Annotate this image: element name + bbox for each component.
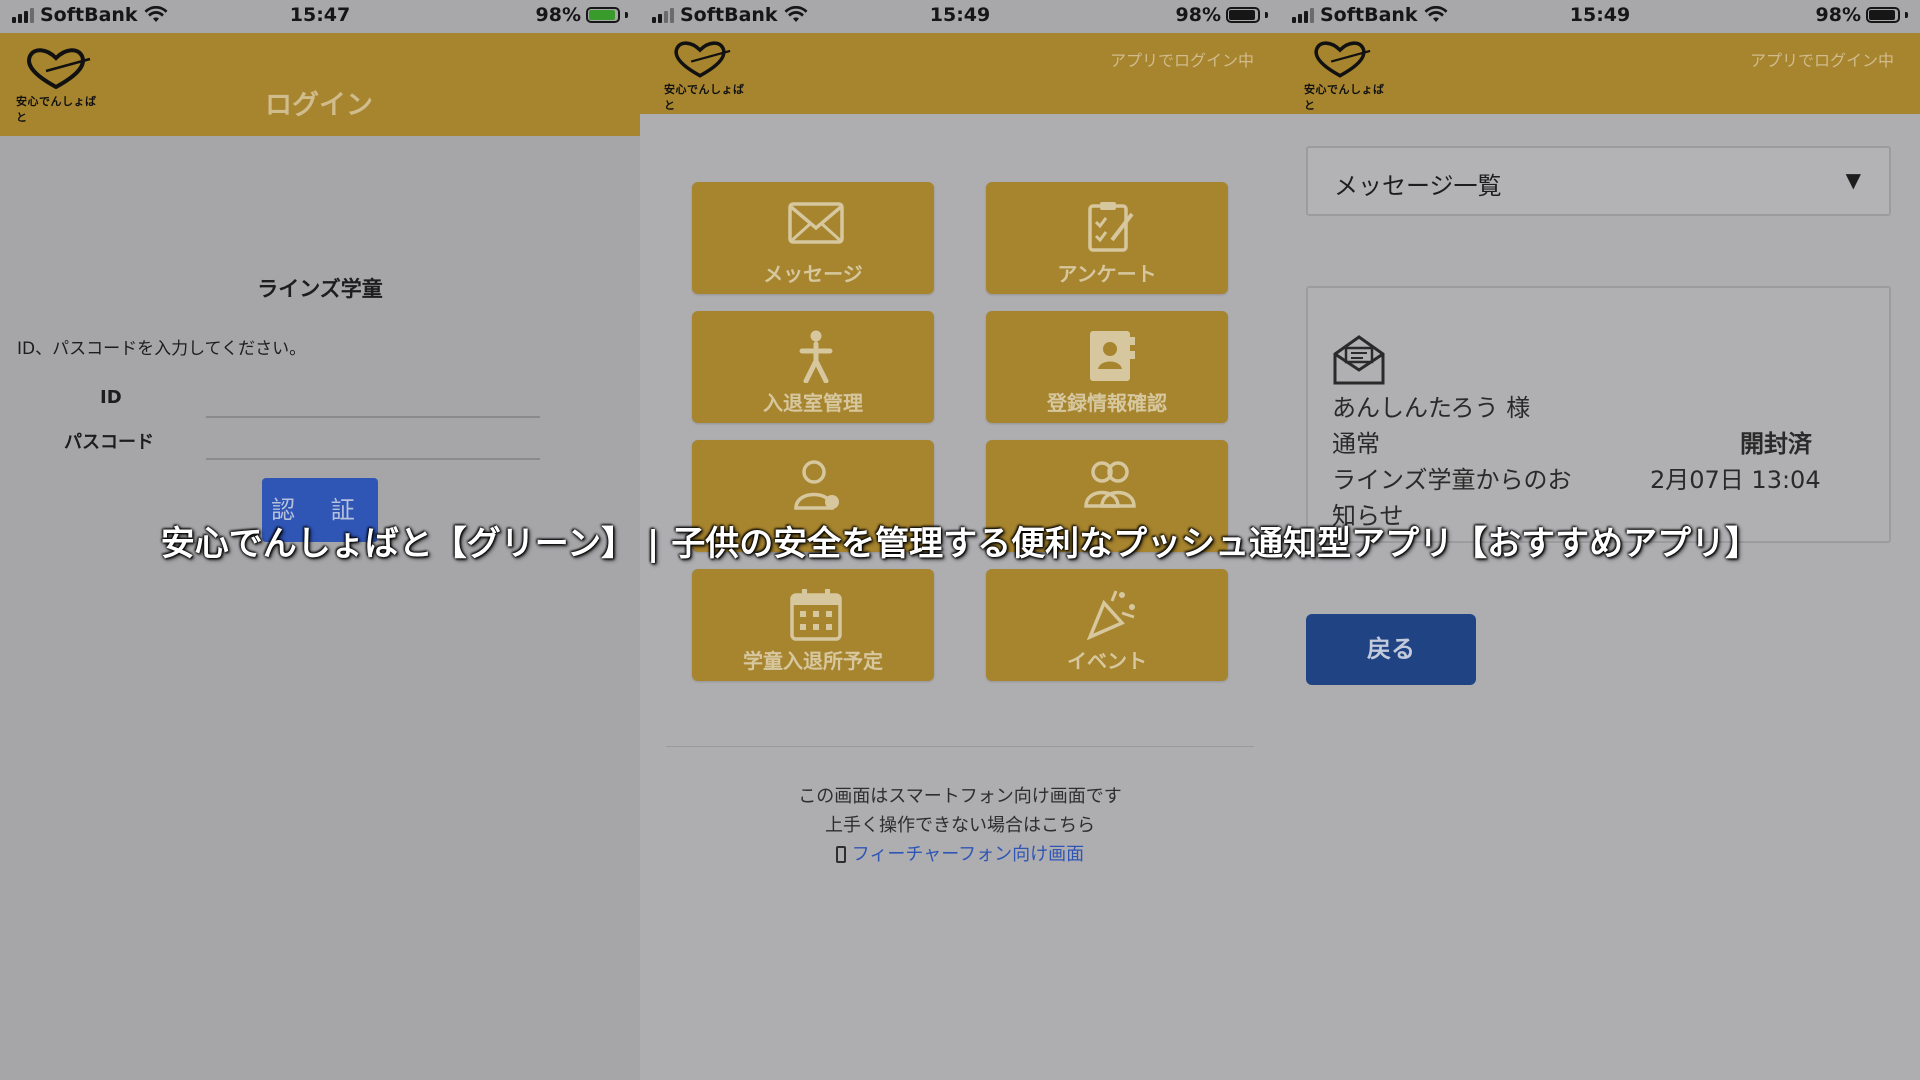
- tile-label: アンケート: [1057, 262, 1157, 286]
- dropdown-arrow-icon: ▼: [1845, 168, 1861, 192]
- message-list-dropdown[interactable]: メッセージ一覧 ▼: [1306, 146, 1891, 216]
- battery-info: 98%: [1176, 4, 1268, 26]
- walking-person-icon: [799, 330, 833, 383]
- page-title: ログイン: [265, 90, 373, 121]
- divider: [666, 746, 1254, 747]
- users-icon: [1084, 461, 1136, 508]
- logo-text: 安心でんしょばと: [664, 83, 745, 112]
- clipboard-icon: [1088, 202, 1134, 252]
- heart-logo-icon: [674, 41, 731, 78]
- tile-label: 登録情報確認: [1047, 391, 1167, 415]
- login-status: アプリでログイン中: [1109, 51, 1254, 70]
- app-logo: 安心でんしょばと: [16, 41, 106, 125]
- feature-phone-link-text[interactable]: フィーチャーフォン向け画面: [852, 844, 1084, 865]
- party-popper-icon: [1086, 590, 1135, 641]
- school-name: ラインズ学童: [257, 277, 383, 301]
- passcode-input[interactable]: [206, 458, 540, 460]
- tile-label: 入退室管理: [763, 391, 863, 415]
- logo-text: 安心でんしょばと: [1304, 83, 1385, 112]
- battery-percent: 98%: [535, 4, 581, 26]
- battery-info: 98%: [536, 4, 628, 26]
- heart-logo-icon: [1314, 41, 1371, 78]
- overlay-caption: 安心でんしょばと【グリーン】 | 子供の安全を管理する便利なプッシュ通知型アプリ…: [160, 524, 1760, 564]
- app-header: 安心でんしょばと ログイン: [0, 33, 640, 136]
- back-button[interactable]: 戻る: [1306, 614, 1476, 685]
- open-envelope-icon: [1333, 335, 1385, 385]
- read-status: 開封済: [1740, 430, 1812, 458]
- feature-phone-link[interactable]: フィーチャーフォン向け画面: [640, 840, 1280, 866]
- app-logo: 安心でんしょばと: [1304, 35, 1394, 113]
- heart-logo-icon: [27, 48, 91, 90]
- calendar-icon: [790, 589, 842, 641]
- mobile-phone-icon: [835, 846, 846, 863]
- tile-registration[interactable]: 登録情報確認: [986, 311, 1228, 423]
- status-bar: SoftBank 15:47 98%: [0, 0, 640, 33]
- app-header: 安心でんしょばと アプリでログイン中: [640, 33, 1280, 114]
- app-logo: 安心でんしょばと: [664, 35, 754, 113]
- logo-text: 安心でんしょばと: [16, 95, 97, 124]
- tile-schedule[interactable]: 学童入退所予定: [692, 569, 934, 681]
- message-subject: ラインズ学童からのお: [1332, 466, 1572, 494]
- footer-note: この画面はスマートフォン向け画面です: [798, 786, 1122, 807]
- dropdown-value: メッセージ一覧: [1334, 172, 1502, 200]
- tile-label: イベント: [1067, 649, 1147, 673]
- app-header: 安心でんしょばと アプリでログイン中: [1280, 33, 1920, 114]
- battery-percent: 98%: [1815, 4, 1861, 26]
- battery-info: 98%: [1816, 4, 1908, 26]
- id-label: ID: [100, 387, 122, 408]
- tile-message[interactable]: メッセージ: [692, 182, 934, 294]
- tile-label: メッセージ: [763, 262, 863, 286]
- battery-icon: [586, 7, 620, 23]
- battery-icon: [1226, 7, 1260, 23]
- battery-icon: [1866, 7, 1900, 23]
- login-status: アプリでログイン中: [1749, 51, 1894, 70]
- status-bar: SoftBank 15:49 98%: [640, 0, 1280, 33]
- tile-label: 学童入退所予定: [743, 649, 883, 673]
- message-card[interactable]: あんしんたろう 様 通常 開封済 ラインズ学童からのお 2月07日 13:04 …: [1306, 286, 1891, 543]
- footer-note: 上手く操作できない場合はこちら: [825, 815, 1095, 836]
- id-input[interactable]: [206, 416, 540, 418]
- status-bar: SoftBank 15:49 98%: [1280, 0, 1920, 33]
- login-instruction: ID、パスコードを入力してください。: [17, 339, 307, 359]
- message-category: 通常: [1332, 430, 1380, 458]
- tile-attendance[interactable]: 入退室管理: [692, 311, 934, 423]
- message-date: 2月07日 13:04: [1650, 466, 1821, 494]
- passcode-label: パスコード: [64, 432, 154, 453]
- tile-event[interactable]: イベント: [986, 569, 1228, 681]
- add-user-icon: [794, 460, 839, 510]
- recipient-name: あんしんたろう 様: [1332, 394, 1531, 422]
- tile-survey[interactable]: アンケート: [986, 182, 1228, 294]
- envelope-icon: [788, 202, 844, 244]
- battery-percent: 98%: [1175, 4, 1221, 26]
- contact-card-icon: [1090, 331, 1135, 381]
